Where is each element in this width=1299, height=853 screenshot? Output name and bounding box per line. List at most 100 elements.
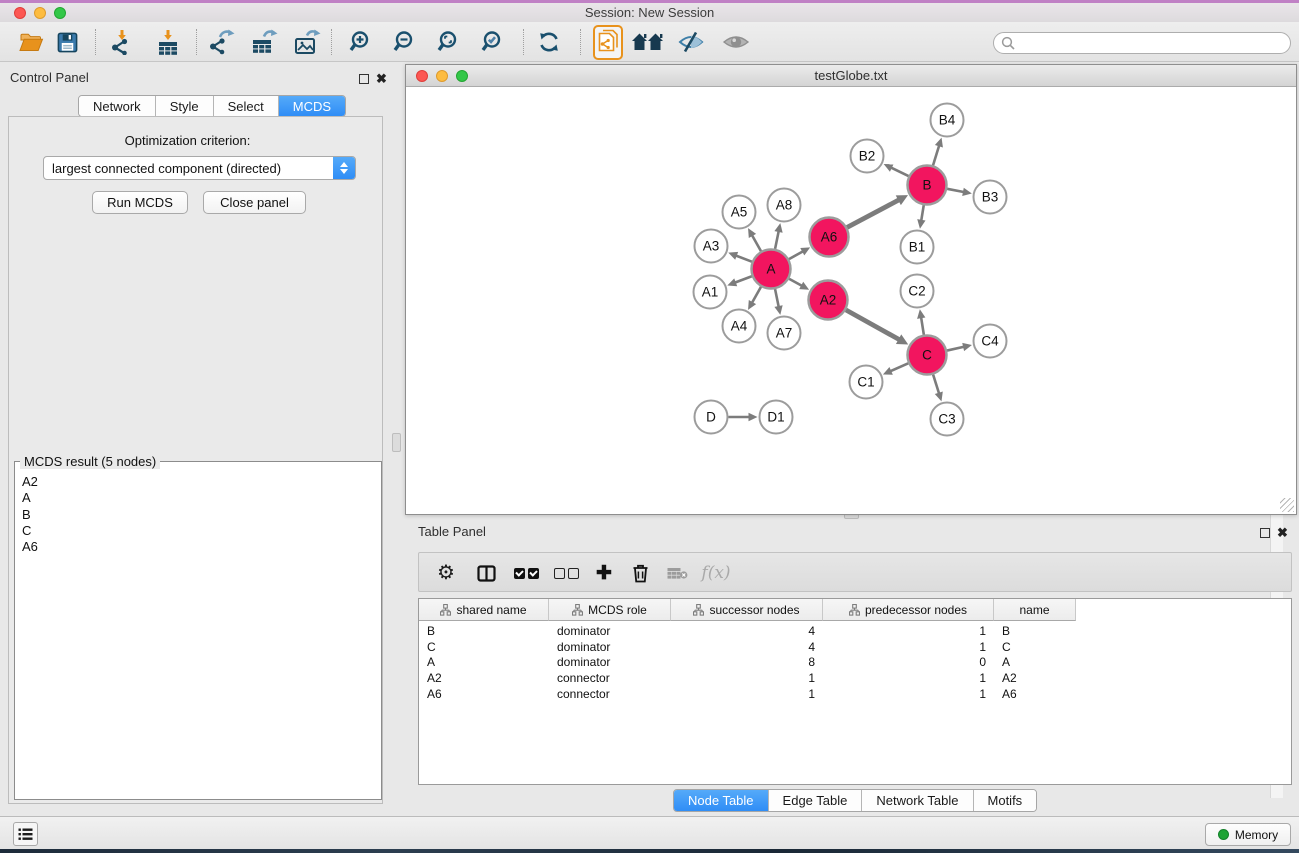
mcds-result-item[interactable]: C [22,523,363,539]
graph-node-B4[interactable]: B4 [931,104,964,137]
deselect-all-checkboxes-icon[interactable] [547,553,585,593]
memory-button[interactable]: Memory [1205,823,1291,846]
network-canvas[interactable]: B4B2BB3A8A5A6A3B1AC2A1A2A4A7C4CC1C3DD1 [406,87,1296,514]
export-image-icon[interactable] [291,22,323,62]
edge-A-A6[interactable] [789,251,804,259]
graph-node-A2[interactable]: A2 [809,281,848,320]
edge-A6-B[interactable] [847,199,900,227]
edge-C-C1[interactable] [889,363,908,371]
export-network-icon[interactable] [205,22,237,62]
edge-A2-C[interactable] [846,310,900,340]
graph-node-B2[interactable]: B2 [851,140,884,173]
graph-node-C3[interactable]: C3 [931,403,964,436]
edge-C-C2[interactable] [921,316,924,335]
column-header-name[interactable]: name [994,599,1076,621]
edge-A-A4[interactable] [751,287,760,304]
table-row[interactable]: Bdominator41B [419,623,1076,639]
mcds-result-list[interactable]: A2ABCA6 [15,468,363,798]
search-field[interactable] [993,32,1291,54]
graph-node-B3[interactable]: B3 [974,181,1007,214]
edge-C-C4[interactable] [947,347,965,351]
gear-icon[interactable]: ⚙ [427,553,465,593]
column-header-shared-name[interactable]: shared name [419,599,549,621]
graph-node-D[interactable]: D [695,401,728,434]
edge-A-A1[interactable] [734,276,752,283]
select-all-checkboxes-icon[interactable] [507,553,545,593]
table-row[interactable]: Cdominator41C [419,639,1076,655]
tab-mcds[interactable]: MCDS [279,96,345,116]
edge-B-B3[interactable] [947,189,965,192]
import-network-icon[interactable] [106,22,138,62]
graph-node-C[interactable]: C [908,336,947,375]
open-file-icon[interactable] [15,22,47,62]
table-row[interactable]: Adominator80A [419,654,1076,670]
table-row[interactable]: A2connector11A2 [419,670,1076,686]
home-icon[interactable] [631,22,665,62]
edge-A-A5[interactable] [751,234,760,251]
tab-select[interactable]: Select [214,96,279,116]
edge-B-B1[interactable] [921,205,924,222]
zoom-fit-icon[interactable] [433,22,465,62]
edge-A-A7[interactable] [775,289,779,308]
tab-network[interactable]: Network [79,96,156,116]
criterion-dropdown[interactable]: largest connected component (directed) [43,156,356,180]
control-panel-float-icon[interactable] [359,72,369,87]
zoom-selected-icon[interactable] [477,22,509,62]
network-document-icon[interactable] [592,22,624,62]
edge-A-A2[interactable] [789,279,803,287]
task-history-list-icon[interactable] [13,822,38,846]
hide-panels-eye-slash-icon[interactable] [675,22,707,62]
show-panels-eye-icon[interactable] [720,22,752,62]
tab-edge-table[interactable]: Edge Table [769,790,863,811]
table-row[interactable]: A6connector11A6 [419,686,1076,702]
mcds-result-item[interactable]: B [22,507,363,523]
graph-node-A7[interactable]: A7 [768,317,801,350]
graph-node-A6[interactable]: A6 [810,218,849,257]
graph-node-D1[interactable]: D1 [760,401,793,434]
tab-node-table[interactable]: Node Table [674,790,769,811]
mcds-result-item[interactable]: A2 [22,474,363,490]
zoom-in-icon[interactable] [345,22,377,62]
graph-node-A4[interactable]: A4 [723,310,756,343]
edge-B-B2[interactable] [890,167,909,176]
edge-A-A8[interactable] [775,230,779,249]
edge-A-A3[interactable] [735,255,752,262]
delete-table-icon[interactable] [659,553,695,593]
tab-network-table[interactable]: Network Table [862,790,973,811]
tab-motifs[interactable]: Motifs [974,790,1037,811]
close-panel-button[interactable]: Close panel [203,191,306,214]
graph-node-B[interactable]: B [908,166,947,205]
mcds-result-item[interactable]: A6 [22,539,363,555]
graph-node-A8[interactable]: A8 [768,189,801,222]
control-panel-close-icon[interactable]: ✖ [376,71,387,86]
tab-style[interactable]: Style [156,96,214,116]
refresh-layout-icon[interactable] [533,22,565,62]
graph-node-C2[interactable]: C2 [901,275,934,308]
mcds-result-item[interactable]: A [22,490,363,506]
graph-node-C4[interactable]: C4 [974,325,1007,358]
add-column-icon[interactable]: ✚ [587,553,621,593]
function-builder-icon[interactable]: f(x) [695,553,737,593]
save-session-icon[interactable] [51,22,83,62]
column-header-MCDS-role[interactable]: MCDS role [549,599,671,621]
graph-node-A1[interactable]: A1 [694,276,727,309]
edge-B-B4[interactable] [933,144,939,165]
network-window-titlebar[interactable]: testGlobe.txt [406,65,1296,87]
graph-node-A[interactable]: A [752,250,791,289]
table-panel-float-icon[interactable] [1260,526,1270,541]
graph-node-B1[interactable]: B1 [901,231,934,264]
run-mcds-button[interactable]: Run MCDS [92,191,188,214]
column-header-successor-nodes[interactable]: successor nodes [671,599,823,621]
main-titlebar[interactable]: Session: New Session [0,3,1299,22]
graph-node-C1[interactable]: C1 [850,366,883,399]
split-table-icon[interactable] [467,553,505,593]
resize-grip-icon[interactable] [1280,498,1294,512]
import-table-icon[interactable] [152,22,184,62]
vertical-splitter-handle[interactable] [392,433,401,452]
column-header-predecessor-nodes[interactable]: predecessor nodes [823,599,994,621]
edge-C-C3[interactable] [933,375,939,395]
delete-column-icon[interactable] [623,553,657,593]
graph-node-A5[interactable]: A5 [723,196,756,229]
zoom-out-icon[interactable] [389,22,421,62]
table-panel-close-icon[interactable]: ✖ [1277,525,1288,540]
